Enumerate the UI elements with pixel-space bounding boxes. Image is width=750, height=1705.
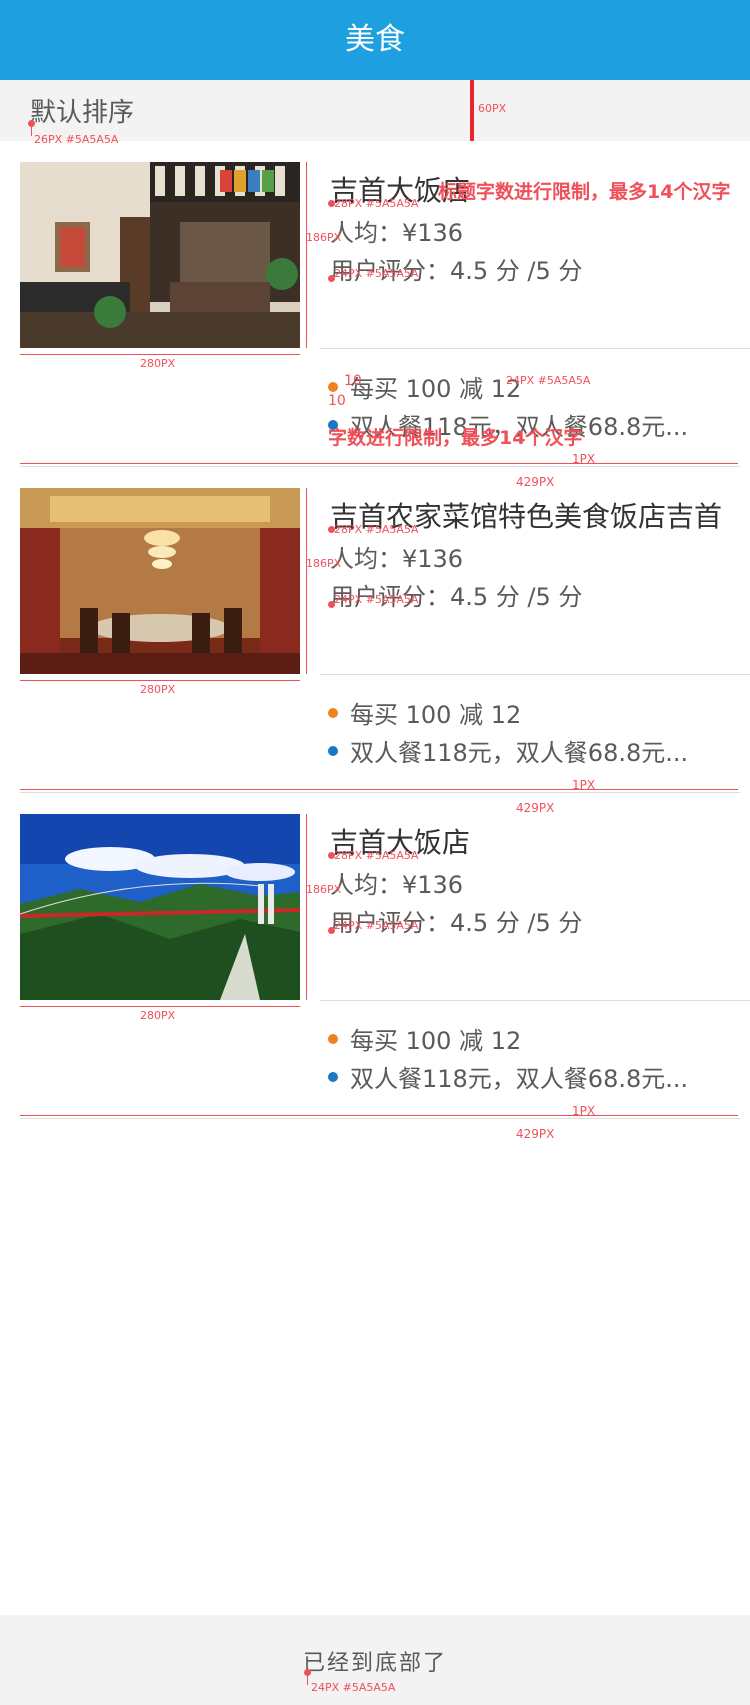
promo-discount-text: 每买 100 减 12 [350,701,522,729]
restaurant-image[interactable] [20,814,300,1000]
promo-set-meal: 双人餐118元，双人餐68.8元... [328,733,688,768]
spec-image-height: 186PX [306,231,342,244]
spec-image-width: 280PX [140,1009,176,1022]
promo-discount-text: 每买 100 减 12 [350,1027,522,1055]
spec-info-font: 24PX #5A5A5A [334,919,419,932]
list-item[interactable]: 吉首大饭店 人均：¥136 用户评分：4.5 分 /5 分 每买 100 减 1… [0,793,750,1141]
bridge-landscape-photo [20,814,300,1000]
spec-title-limit: 标题字数进行限制，最多14个汉字 [438,181,731,203]
promo-discount: 每买 100 减 12 [328,1021,521,1056]
average-price: 人均：¥136 [330,871,464,899]
spec-sortbar-height: 60PX [478,102,507,115]
footer-bar: 已经到底部了 24PX #5A5A5A [0,1615,750,1705]
divider [320,1000,750,1001]
promo-set-meal: 双人餐118元，双人餐68.8元... [328,1059,688,1094]
promo-set-meal-text: 双人餐118元，双人餐68.8元... [350,1065,689,1093]
sort-default-button[interactable]: 默认排序 [30,92,134,129]
spec-title-font: 28PX #5A5A5A [334,849,419,862]
end-of-list-text: 已经到底部了 [302,1651,447,1676]
spec-promo-limit: 字数进行限制，最多14个汉字 [328,427,583,449]
restaurant-image[interactable] [20,488,300,674]
spec-line [20,1115,738,1116]
spec-line [307,1673,308,1685]
spec-line [306,814,307,1000]
spec-line [20,680,300,681]
orange-dot-icon [328,1034,338,1044]
promo-set-meal-text: 双人餐118元，双人餐68.8元... [350,739,689,767]
spec-line-width: 429PX [516,1127,555,1141]
page-title: 美食 [345,22,405,57]
spec-image-width: 280PX [140,357,176,370]
restaurant-interior-photo [20,162,300,348]
spec-gap-bottom: 10 [328,393,346,409]
spec-image-height: 186PX [306,883,342,896]
spec-line [306,488,307,674]
list-item[interactable]: 吉首农家菜馆特色美食饭店吉首 人均：¥136 用户评分：4.5 分 /5 分 每… [0,467,750,815]
restaurant-image[interactable] [20,162,300,348]
spec-line [31,124,32,136]
sort-bar: 默认排序 60PX 26PX #5A5A5A [0,80,750,146]
blue-dot-icon [328,1072,338,1082]
orange-dot-icon [328,382,338,392]
spec-height-marker [470,80,474,141]
spec-line-thickness: 1PX [572,1104,596,1118]
spec-line-thickness: 1PX [572,778,596,792]
private-dining-room-photo [20,488,300,674]
top-bar: 美食 [0,0,750,80]
spec-title-font: 28PX #5A5A5A [334,197,419,210]
spec-promo-font: 24PX #5A5A5A [506,374,591,387]
divider [320,348,750,349]
list-item[interactable]: 吉首大饭店 人均：¥136 用户评分：4.5 分 /5 分 每买 100 减 1… [0,141,750,489]
spec-line [20,789,738,790]
spec-info-font: 24PX #5A5A5A [334,267,419,280]
divider [320,674,750,675]
spec-info-font: 24PX #5A5A5A [334,593,419,606]
spec-title-font: 28PX #5A5A5A [334,523,419,536]
promo-discount-text: 每买 100 减 12 [350,375,522,403]
spec-image-height: 186PX [306,557,342,570]
spec-line [20,1006,300,1007]
spec-gap-top: 10 [344,373,362,389]
item-separator [20,1118,740,1119]
spec-image-width: 280PX [140,683,176,696]
spec-footer-font: 24PX #5A5A5A [311,1681,396,1694]
average-price: 人均：¥136 [330,545,464,573]
spec-line [20,463,738,464]
promo-discount: 每买 100 减 12 [328,695,521,730]
orange-dot-icon [328,708,338,718]
spec-line [20,354,300,355]
blue-dot-icon [328,746,338,756]
spec-line-thickness: 1PX [572,452,596,466]
average-price: 人均：¥136 [330,219,464,247]
spec-line [306,162,307,348]
